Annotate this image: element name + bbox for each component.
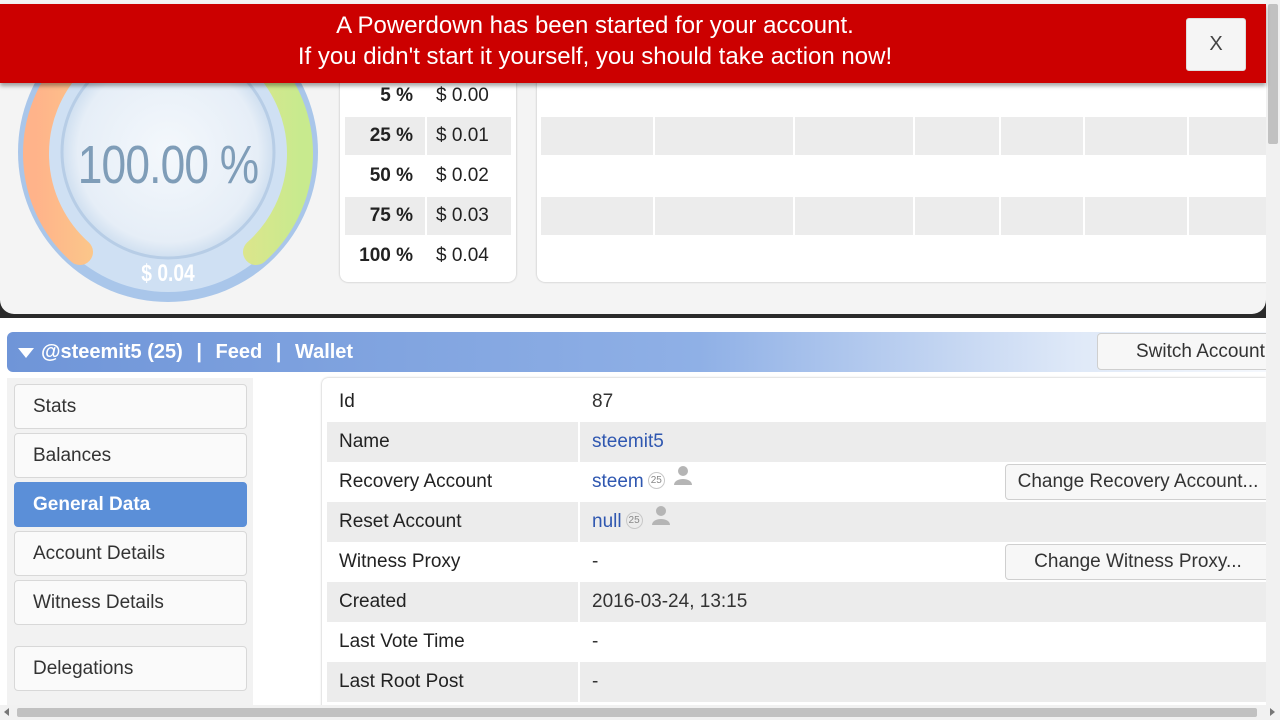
field-value: 87 (592, 391, 614, 412)
user-icon[interactable] (651, 500, 671, 540)
field-label: Reset Account (327, 502, 578, 542)
sidebar: Stats Balances General Data Account Deta… (7, 378, 253, 708)
field-value: steem 25 (580, 462, 1000, 502)
grid-row (541, 197, 1271, 235)
general-data-table: Id 87 Name steemit5 Recovery Account ste… (322, 378, 1266, 708)
vote-power-percent: 100.00 % (77, 135, 259, 195)
reputation-badge: 25 (625, 511, 643, 529)
field-value: 2016-03-24, 13:15 (580, 582, 1000, 622)
account-nav-bar: @steemit5 (25) | Feed | Wallet (7, 332, 1266, 372)
sidebar-item-stats[interactable]: Stats (14, 384, 247, 429)
recovery-account-link[interactable]: steem (592, 471, 644, 492)
vertical-scrollbar[interactable] (1266, 0, 1280, 705)
field-label: Last Root Post (327, 662, 578, 702)
sidebar-item-witness-details[interactable]: Witness Details (14, 580, 247, 625)
nav-separator: | (275, 341, 282, 363)
grid-row (541, 157, 1271, 195)
sidebar-item-general-data[interactable]: General Data (14, 482, 247, 527)
field-value: steemit5 (580, 422, 1000, 462)
table-row: 50 % $ 0.02 (345, 157, 511, 195)
name-link[interactable]: steemit5 (592, 431, 664, 452)
vote-value: $ 0.03 (436, 205, 489, 226)
vote-value-table: 5 % $ 0.00 25 % $ 0.01 50 % $ 0.02 75 % … (340, 74, 516, 282)
wallet-link[interactable]: Wallet (295, 341, 353, 363)
switch-account-button[interactable]: Switch Account (1097, 333, 1267, 370)
table-row: Last Vote Time - (327, 622, 1266, 662)
sidebar-item-balances[interactable]: Balances (14, 433, 247, 478)
vertical-scroll-thumb[interactable] (1268, 4, 1278, 144)
collapse-triangle-icon[interactable] (18, 348, 34, 358)
reputation-badge: 25 (647, 471, 665, 489)
vote-value-amount: $ 0.04 (141, 260, 195, 287)
field-value: - (592, 631, 599, 652)
vote-value: $ 0.01 (436, 125, 489, 146)
stats-grid-panel (537, 74, 1277, 282)
vote-percent: 25 % (345, 117, 427, 155)
table-row: Witness Proxy - Change Witness Proxy... (327, 542, 1266, 582)
nav-separator: | (196, 341, 202, 363)
field-label: Name (327, 422, 578, 462)
table-row: Reset Account null 25 (327, 502, 1266, 542)
vote-value: $ 0.04 (436, 245, 489, 266)
field-label: Created (327, 582, 578, 622)
field-label: Recovery Account (339, 471, 493, 492)
account-name-link[interactable]: @steemit5 (25) (41, 341, 183, 363)
table-row: Recovery Account steem 25 Change Recovery… (327, 462, 1266, 502)
change-recovery-account-button[interactable]: Change Recovery Account... (1005, 464, 1266, 500)
banner-close-button[interactable]: X (1186, 18, 1246, 71)
vote-value: $ 0.02 (436, 165, 489, 186)
sidebar-item-account-details[interactable]: Account Details (14, 531, 247, 576)
field-label: Id (339, 391, 355, 412)
account-nav-links: @steemit5 (25) | Feed | Wallet (41, 332, 353, 372)
reset-account-link[interactable]: null (592, 511, 622, 532)
change-witness-proxy-button[interactable]: Change Witness Proxy... (1005, 544, 1266, 580)
vote-percent: 75 % (345, 197, 427, 235)
scroll-left-arrow-icon[interactable] (4, 708, 9, 716)
table-row: Created 2016-03-24, 13:15 (327, 582, 1266, 622)
horizontal-scroll-thumb[interactable] (17, 708, 1257, 717)
sidebar-item-delegations[interactable]: Delegations (14, 646, 247, 691)
table-row: 25 % $ 0.01 (345, 117, 511, 155)
banner-message-line2: If you didn't start it yourself, you sho… (297, 43, 893, 70)
field-value: null 25 (580, 502, 1000, 542)
horizontal-scrollbar[interactable] (0, 705, 1280, 720)
feed-link[interactable]: Feed (216, 341, 263, 363)
powerdown-warning-banner: A Powerdown has been started for your ac… (0, 4, 1266, 83)
user-icon[interactable] (673, 460, 693, 500)
table-row: Last Root Post - (327, 662, 1266, 702)
grid-row (541, 117, 1271, 155)
field-label: Witness Proxy (339, 551, 461, 572)
field-label: Last Vote Time (339, 631, 465, 652)
vote-percent: 50 % (345, 157, 427, 195)
table-row: 75 % $ 0.03 (345, 197, 511, 235)
table-row: 100 % $ 0.04 (345, 237, 511, 275)
field-value: - (580, 662, 1000, 702)
vote-percent: 100 % (345, 237, 427, 275)
grid-row (541, 237, 1271, 275)
field-value: - (592, 551, 599, 572)
scroll-right-arrow-icon[interactable] (1270, 708, 1275, 716)
table-row: Name steemit5 (327, 422, 1266, 462)
table-row: Id 87 (327, 382, 1266, 422)
banner-message-line1: A Powerdown has been started for your ac… (336, 12, 854, 39)
